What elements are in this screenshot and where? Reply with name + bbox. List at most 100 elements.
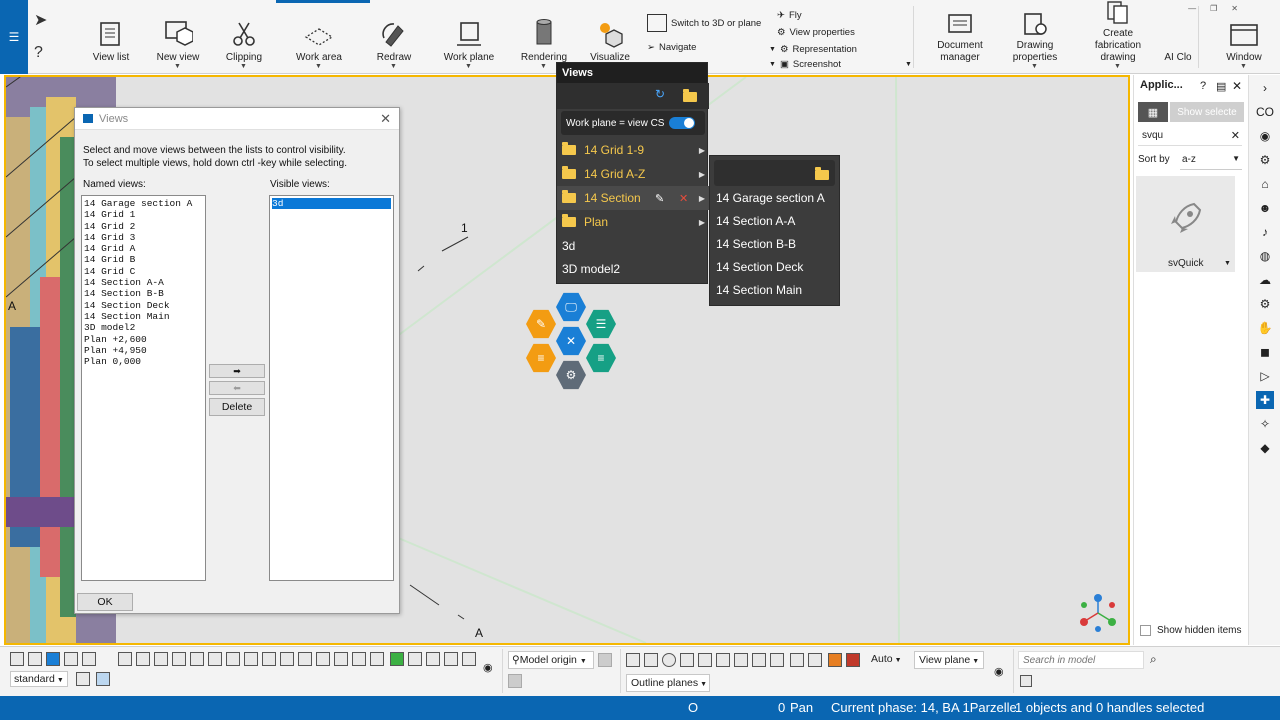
applications-icon[interactable]: ✚: [1256, 391, 1274, 409]
named-view-item[interactable]: Plan +4,950: [84, 345, 203, 356]
snap-icon[interactable]: [426, 652, 440, 666]
named-view-item[interactable]: 14 Section Deck: [84, 300, 203, 311]
tag-icon[interactable]: ◆: [1256, 439, 1274, 457]
drawing-properties-button[interactable]: Drawing properties ▼: [1004, 0, 1066, 74]
chevron-right-icon[interactable]: ›: [1256, 79, 1274, 97]
submenu-item[interactable]: 14 Section B-B: [716, 237, 796, 251]
named-view-item[interactable]: 3D model2: [84, 322, 203, 333]
work-plane-button[interactable]: Work plane ▼: [440, 0, 498, 74]
restore-icon[interactable]: ❐: [1210, 4, 1231, 13]
named-view-item[interactable]: 14 Section A-A: [84, 277, 203, 288]
named-view-item[interactable]: 14 Grid B: [84, 254, 203, 265]
close-icon[interactable]: ✕: [1231, 4, 1252, 13]
globe-icon[interactable]: ◍: [1256, 247, 1274, 265]
cloud-icon[interactable]: ☁: [1256, 271, 1274, 289]
app-search-input[interactable]: svqu ✕: [1138, 128, 1242, 146]
named-view-item[interactable]: Plan 0,000: [84, 356, 203, 367]
snap-icon[interactable]: [136, 652, 150, 666]
snap-icon[interactable]: [262, 652, 276, 666]
filter-icon[interactable]: [76, 672, 90, 686]
snap-icon[interactable]: [352, 652, 366, 666]
checkbox[interactable]: [1140, 625, 1151, 636]
shape-icon[interactable]: [846, 653, 860, 667]
named-view-item[interactable]: 14 Garage section A: [84, 198, 203, 209]
submenu-item[interactable]: 14 Section Deck: [716, 260, 803, 274]
create-fabrication-drawing-button[interactable]: Create fabrication drawing ▼: [1078, 0, 1158, 74]
shape-icon[interactable]: [752, 653, 766, 667]
show-selected-button[interactable]: Show selecte: [1170, 102, 1244, 122]
model-origin-select[interactable]: ⚲Model origin ▼: [508, 651, 594, 669]
settings-icon[interactable]: ⚙: [1256, 151, 1274, 169]
navigate-button[interactable]: ➢ Navigate: [647, 42, 696, 53]
minimize-icon[interactable]: —: [1188, 4, 1210, 13]
snap-icon[interactable]: [46, 652, 60, 666]
clipping-button[interactable]: Clipping ▼: [218, 0, 270, 74]
redraw-button[interactable]: Redraw ▼: [368, 0, 420, 74]
main-menu-button[interactable]: ☰: [0, 0, 28, 74]
snap-icon[interactable]: [10, 652, 24, 666]
shape-icon[interactable]: [680, 653, 694, 667]
visible-views-list[interactable]: 3d: [269, 195, 394, 581]
clear-search-icon[interactable]: ✕: [1231, 129, 1240, 142]
folder-icon[interactable]: [683, 89, 697, 102]
close-icon[interactable]: ✕: [380, 111, 391, 127]
close-icon[interactable]: ✕: [1232, 79, 1242, 93]
fly-button[interactable]: ✈ Fly: [777, 10, 802, 21]
named-view-item[interactable]: 14 Grid 1: [84, 209, 203, 220]
show-hidden-items[interactable]: Show hidden items: [1140, 625, 1242, 636]
outline-planes-select[interactable]: Outline planes ▼: [626, 674, 710, 692]
shape-icon[interactable]: [828, 653, 842, 667]
search-options-icon[interactable]: [1020, 675, 1032, 687]
switch-3d-plane-button[interactable]: Switch to 3D or plane: [647, 14, 761, 32]
chevron-down-icon[interactable]: ▼: [1224, 260, 1231, 267]
snap-icon[interactable]: [226, 652, 240, 666]
cube-icon[interactable]: ◼: [1256, 343, 1274, 361]
snap-icon[interactable]: [244, 652, 258, 666]
snap-icon[interactable]: [334, 652, 348, 666]
help-icon[interactable]: ?: [34, 44, 43, 62]
snap-icon[interactable]: [390, 652, 404, 666]
named-view-item[interactable]: 14 Section Main: [84, 311, 203, 322]
named-view-item[interactable]: 14 Grid C: [84, 266, 203, 277]
auto-select[interactable]: Auto ▼: [868, 651, 910, 669]
views-dialog-titlebar[interactable]: Views: [75, 108, 399, 130]
new-view-button[interactable]: New view ▼: [152, 0, 204, 74]
hand-icon[interactable]: ✋: [1256, 319, 1274, 337]
visible-view-item[interactable]: 3d: [272, 198, 391, 210]
sort-select[interactable]: a-z ▼: [1180, 152, 1242, 170]
pin-icon[interactable]: ▤: [1216, 80, 1226, 93]
shape-icon[interactable]: [770, 653, 784, 667]
screenshot-button[interactable]: ▼ ▣ Screenshot ▼: [769, 59, 912, 70]
snap-icon[interactable]: [370, 652, 384, 666]
app-tile-svquick[interactable]: svQuick ▼: [1136, 176, 1235, 272]
named-view-item[interactable]: 14 Grid 3: [84, 232, 203, 243]
snap-icon[interactable]: [208, 652, 222, 666]
snap-icon[interactable]: [118, 652, 132, 666]
co-icon[interactable]: CO: [1256, 103, 1274, 121]
view-item-3d[interactable]: 3d: [557, 234, 709, 258]
visibility-eye-icon[interactable]: ◉: [994, 665, 1004, 678]
view-plane-select[interactable]: View plane ▼: [914, 651, 984, 669]
select-arrow-icon[interactable]: ➤: [34, 10, 47, 30]
folder-row-plan[interactable]: Plan ▶: [557, 210, 709, 234]
shape-icon[interactable]: [626, 653, 640, 667]
search-in-model-input[interactable]: [1018, 651, 1144, 669]
folder-row-grid-a-z[interactable]: 14 Grid A-Z ▶: [557, 162, 709, 186]
named-view-item[interactable]: 14 Grid A: [84, 243, 203, 254]
eye-icon[interactable]: ◉: [1256, 127, 1274, 145]
shape-icon[interactable]: [734, 653, 748, 667]
snap-icon[interactable]: [462, 652, 476, 666]
edit-pencil-icon[interactable]: ✎: [655, 192, 664, 205]
xyz-gizmo-icon[interactable]: [1076, 593, 1120, 633]
shape-icon[interactable]: [716, 653, 730, 667]
submenu-item[interactable]: 14 Section A-A: [716, 214, 795, 228]
snap-icon[interactable]: [444, 652, 458, 666]
search-icon[interactable]: ⌕: [1150, 652, 1157, 667]
circle-icon[interactable]: [662, 653, 676, 667]
snap-icon[interactable]: [154, 652, 168, 666]
snap-icon[interactable]: [190, 652, 204, 666]
submenu-item[interactable]: 14 Garage section A: [716, 191, 825, 205]
snap-icon[interactable]: [64, 652, 78, 666]
refresh-icon[interactable]: ↻: [655, 87, 665, 101]
work-area-button[interactable]: Work area ▼: [286, 0, 352, 74]
